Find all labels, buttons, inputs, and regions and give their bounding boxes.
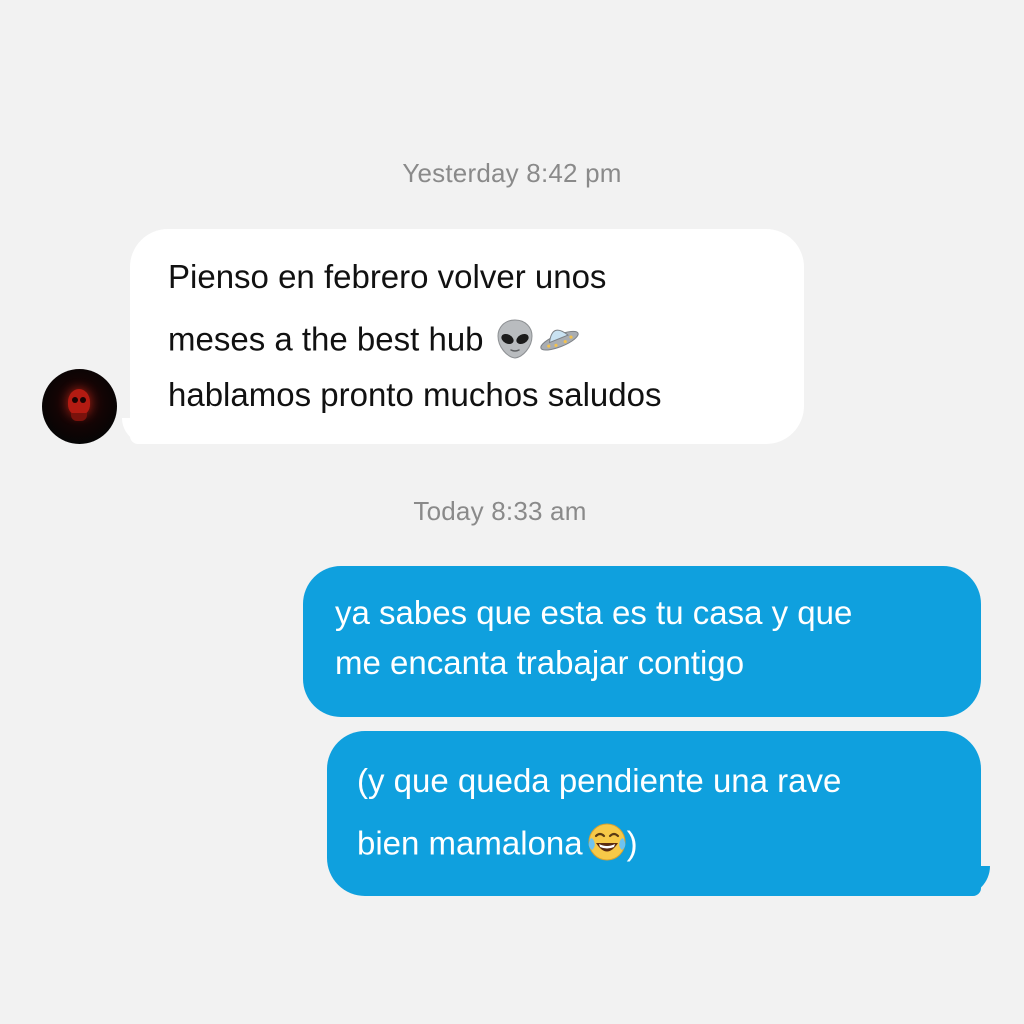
outgoing-message-bubble[interactable]: (y que queda pendiente una rave bien mam… bbox=[327, 731, 981, 896]
message-line: hablamos pronto muchos saludos bbox=[168, 376, 662, 413]
avatar-jaw-image bbox=[71, 413, 87, 421]
incoming-message-bubble[interactable]: Pienso en febrero volver unos meses a th… bbox=[130, 229, 804, 444]
laughing-tears-icon bbox=[587, 822, 627, 862]
ufo-icon bbox=[536, 319, 580, 355]
message-line: me encanta trabajar contigo bbox=[335, 644, 745, 681]
timestamp-day: Today bbox=[413, 496, 484, 526]
avatar[interactable] bbox=[42, 369, 117, 444]
message-line: ya sabes que esta es tu casa y que bbox=[335, 594, 853, 631]
message-line: Pienso en febrero volver unos bbox=[168, 258, 607, 295]
message-line: meses a the best hub bbox=[168, 319, 774, 378]
timestamp-day: Yesterday bbox=[402, 158, 519, 188]
timestamp-time: 8:42 pm bbox=[526, 158, 622, 188]
message-line: bien mamalona ) bbox=[357, 823, 961, 888]
message-line: (y que queda pendiente una rave bbox=[357, 762, 842, 799]
alien-icon bbox=[496, 319, 534, 359]
timestamp-time: 8:33 am bbox=[491, 496, 587, 526]
timestamp-today: Today 8:33 am bbox=[0, 496, 1012, 527]
outgoing-message-bubble[interactable]: ya sabes que esta es tu casa y que me en… bbox=[303, 566, 981, 717]
avatar-skull-image bbox=[68, 389, 90, 415]
timestamp-yesterday: Yesterday 8:42 pm bbox=[0, 158, 1024, 189]
